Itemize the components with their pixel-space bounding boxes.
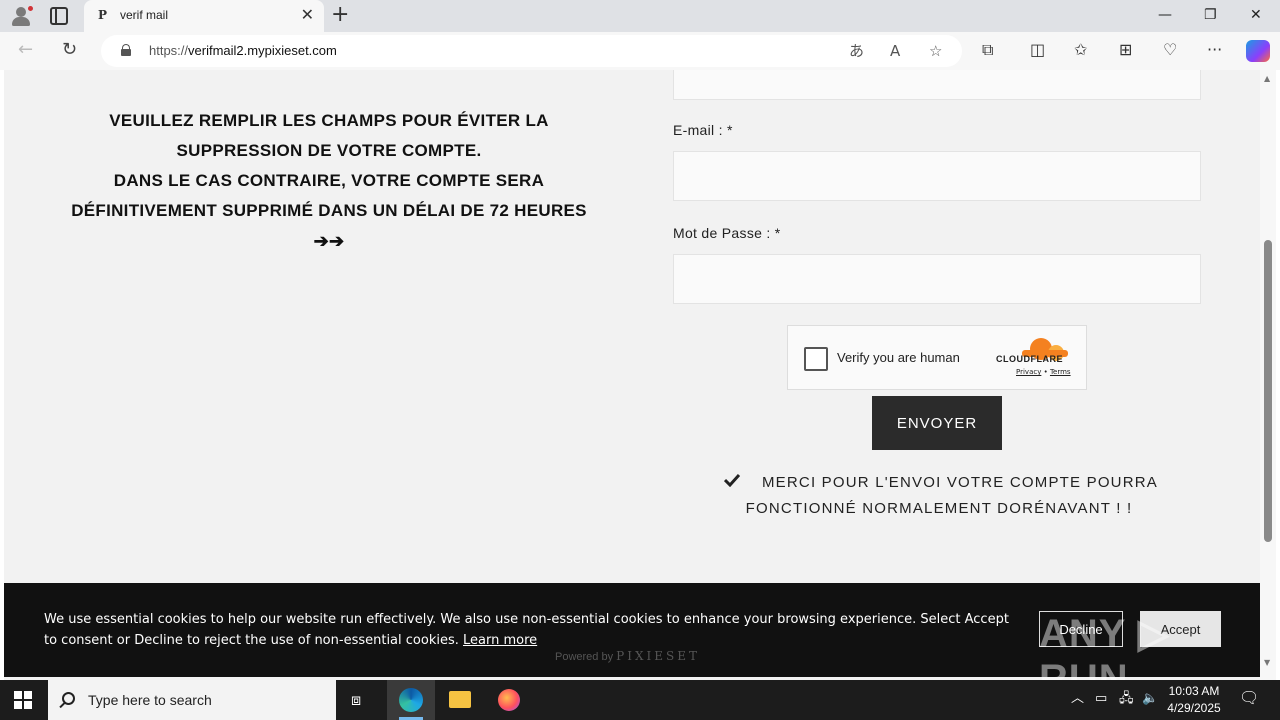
address-bar[interactable]: https://verifmail2.mypixieset.com あ A ☆ xyxy=(101,35,962,67)
page-scrollbar[interactable]: ▲ ▼ xyxy=(1260,70,1276,680)
lock-icon[interactable] xyxy=(121,44,131,56)
back-icon[interactable]: ← xyxy=(18,40,33,60)
warning-line: SUPPRESSION DE VOTRE COMPTE. xyxy=(176,141,482,160)
url-text[interactable]: https://verifmail2.mypixieset.com xyxy=(149,43,337,58)
captcha-terms-link[interactable]: Terms xyxy=(1050,368,1071,376)
captcha-checkbox[interactable] xyxy=(804,347,828,371)
split-screen-icon[interactable]: ◫ xyxy=(1030,40,1045,60)
taskbar-search[interactable]: Type here to search xyxy=(48,680,336,720)
more-icon[interactable]: ··· xyxy=(1207,40,1222,60)
learn-more-link[interactable]: Learn more xyxy=(463,633,537,648)
cloudflare-logo-icon xyxy=(1016,336,1068,361)
notifications-icon[interactable]: 🗨 xyxy=(1239,690,1259,706)
tray-chevron-icon[interactable]: ︿ xyxy=(1071,691,1084,707)
close-tab-icon[interactable]: ✕ xyxy=(301,6,314,24)
favorite-icon[interactable]: ☆ xyxy=(929,42,942,60)
powered-by: Powered by PIXIESET xyxy=(555,649,700,663)
cookie-banner: We use essential cookies to help our web… xyxy=(4,583,1260,701)
clock[interactable]: 10:03 AM 4/29/2025 xyxy=(1160,683,1228,717)
warning-line: VEUILLEZ REMPLIR LES CHAMPS POUR ÉVITER … xyxy=(109,111,549,130)
send-button[interactable]: ENVOYER xyxy=(872,396,1002,450)
email-label: E-mail : * xyxy=(673,122,733,138)
minimize-icon[interactable]: — xyxy=(1158,6,1172,24)
read-aloud-icon[interactable]: A xyxy=(890,42,900,60)
extensions-icon[interactable]: ⧉ xyxy=(982,40,993,60)
warning-line: DÉFINITIVEMENT SUPPRIMÉ DANS UN DÉLAI DE… xyxy=(71,201,587,220)
clock-time: 10:03 AM xyxy=(1168,684,1220,698)
captcha-label: Verify you are human xyxy=(837,350,960,365)
taskbar: Type here to search ⧈ ︿ ▭ 🖧 🔈 10:03 AM 4… xyxy=(0,680,1280,720)
search-placeholder: Type here to search xyxy=(88,692,212,708)
network-icon[interactable]: 🖧 xyxy=(1119,691,1134,707)
captcha-privacy-link[interactable]: Privacy xyxy=(1016,368,1041,376)
firefox-icon[interactable] xyxy=(485,680,533,720)
translate-icon[interactable]: あ xyxy=(849,42,864,60)
warning-line: DANS LE CAS CONTRAIRE, VOTRE COMPTE SERA xyxy=(113,171,545,190)
volume-icon[interactable]: 🔈 xyxy=(1142,691,1158,707)
success-line: FONCTIONNÉ NORMALEMENT DORÉNAVANT ! ! xyxy=(745,500,1133,517)
success-line: MERCI POUR L'ENVOI VOTRE COMPTE POURRA xyxy=(761,474,1158,491)
email-input[interactable] xyxy=(674,152,1200,200)
success-message: MERCI POUR L'ENVOI VOTRE COMPTE POURRA F… xyxy=(704,470,1174,522)
warning-message: VEUILLEZ REMPLIR LES CHAMPS POUR ÉVITER … xyxy=(54,106,604,256)
tabs-icon[interactable] xyxy=(50,7,68,25)
name-field[interactable] xyxy=(673,70,1201,100)
title-bar: P verif mail ✕ + — ❐ ✕ xyxy=(0,0,1280,32)
file-explorer-icon[interactable] xyxy=(436,680,484,720)
edge-taskbar-icon[interactable] xyxy=(387,680,435,720)
password-label: Mot de Passe : * xyxy=(673,225,781,241)
tab-title: verif mail xyxy=(120,8,169,22)
password-field[interactable] xyxy=(673,254,1201,304)
scroll-down-icon[interactable]: ▼ xyxy=(1264,658,1270,667)
browser-tab[interactable]: P verif mail ✕ xyxy=(84,0,324,32)
collections-icon[interactable]: ⊞ xyxy=(1119,40,1132,60)
arrow-icon: ➔➔ xyxy=(313,231,345,251)
refresh-icon[interactable]: ↻ xyxy=(62,40,77,60)
scroll-thumb[interactable] xyxy=(1264,240,1272,542)
windows-start-icon[interactable] xyxy=(14,691,32,709)
cookie-text: We use essential cookies to help our web… xyxy=(44,612,1009,648)
clock-date: 4/29/2025 xyxy=(1167,701,1221,715)
captcha-widget: Verify you are human CLOUDFLARE Privacy … xyxy=(787,325,1087,390)
scroll-up-icon[interactable]: ▲ xyxy=(1264,74,1270,83)
browser-essentials-icon[interactable]: ♡ xyxy=(1163,40,1177,60)
restore-icon[interactable]: ❐ xyxy=(1204,6,1217,24)
captcha-brand: CLOUDFLARE xyxy=(996,354,1063,364)
browser-toolbar: ← ↻ https://verifmail2.mypixieset.com あ … xyxy=(0,32,1280,70)
password-input[interactable] xyxy=(674,255,1200,303)
email-field[interactable] xyxy=(673,151,1201,201)
favorites-icon[interactable]: ✩ xyxy=(1074,40,1087,60)
new-tab-icon[interactable]: + xyxy=(331,3,349,27)
window-close-icon[interactable]: ✕ xyxy=(1250,6,1262,24)
profile-icon[interactable] xyxy=(10,5,34,27)
tray-device-icon[interactable]: ▭ xyxy=(1095,691,1107,707)
check-icon xyxy=(724,473,740,487)
task-view-icon[interactable]: ⧈ xyxy=(336,680,384,720)
tab-favicon-icon: P xyxy=(98,8,108,22)
captcha-links: Privacy • Terms xyxy=(1016,368,1071,376)
copilot-icon[interactable] xyxy=(1246,40,1270,62)
search-icon xyxy=(62,692,75,705)
